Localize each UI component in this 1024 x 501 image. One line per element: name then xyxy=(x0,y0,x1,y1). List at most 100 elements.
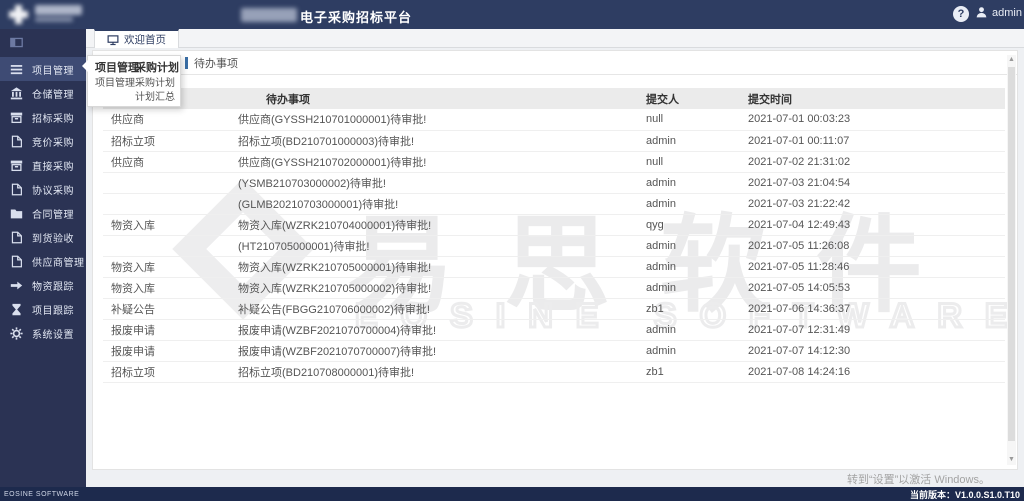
todo-item-cell: 招标立项(BD210701000003)待审批! xyxy=(230,130,638,151)
user-menu[interactable]: admin xyxy=(975,6,1024,19)
dropdown-column-0: 项目管理项目管理 xyxy=(95,61,133,91)
sidebar: 项目管理仓储管理招标采购竞价采购直接采购协议采购合同管理到货验收供应商管理物资跟… xyxy=(0,29,86,487)
sidebar-item-label: 合同管理 xyxy=(32,206,74,221)
table-row[interactable]: 报废申请报废申请(WZBF2021070700004)待审批!admin2021… xyxy=(103,319,1005,340)
user-name: admin xyxy=(992,7,1022,19)
col-submitter: 提交人 xyxy=(638,88,740,109)
dropdown-menu-item[interactable]: 项目管理 xyxy=(95,77,133,91)
submitter-cell: admin xyxy=(638,235,740,256)
section-header: 待办事项 xyxy=(93,51,1017,75)
bank-icon xyxy=(10,87,23,100)
scrollbar-thumb[interactable] xyxy=(1008,67,1015,441)
col-submit-time: 提交时间 xyxy=(740,88,1005,109)
gear-icon xyxy=(10,327,23,340)
doc-icon xyxy=(10,135,23,148)
table-row[interactable]: 物资入库物资入库(WZRK210705000001)待审批!admin2021-… xyxy=(103,256,1005,277)
sidebar-item-label: 直接采购 xyxy=(32,158,74,173)
dropdown-column-1: 采购计划采购计划计划汇总 xyxy=(135,61,179,105)
table-row[interactable]: 物资入库物资入库(WZRK210705000002)待审批!admin2021-… xyxy=(103,277,1005,298)
tab-welcome-home[interactable]: 欢迎首页 xyxy=(94,29,179,48)
todo-category-cell xyxy=(103,172,230,193)
hourglass-icon xyxy=(10,303,23,316)
sidebar-item-label: 项目跟踪 xyxy=(32,302,74,317)
scroll-up-icon[interactable]: ▲ xyxy=(1007,55,1016,65)
table-row[interactable]: 供应商供应商(GYSSH210702000001)待审批!null2021-07… xyxy=(103,151,1005,172)
sidebar-item-8[interactable]: 供应商管理 xyxy=(0,249,86,273)
submit-time-cell: 2021-07-03 21:22:42 xyxy=(740,193,1005,214)
todo-item-cell: 报废申请(WZBF2021070700004)待审批! xyxy=(230,319,638,340)
sidebar-item-9[interactable]: 物资跟踪 xyxy=(0,273,86,297)
dropdown-notch xyxy=(82,60,88,72)
sidebar-item-11[interactable]: 系统设置 xyxy=(0,321,86,345)
submit-time-cell: 2021-07-01 00:11:07 xyxy=(740,130,1005,151)
section-header-bar xyxy=(185,57,188,69)
submitter-cell: qyg xyxy=(638,214,740,235)
statusbar-version: 当前版本：V1.0.0.S1.0.T10 xyxy=(910,488,1020,501)
submitter-cell: admin xyxy=(638,172,740,193)
todo-item-cell: 物资入库(WZRK210705000001)待审批! xyxy=(230,256,638,277)
status-bar: EOSINE SOFTWARE 当前版本：V1.0.0.S1.0.T10 xyxy=(0,487,1024,501)
sidebar-item-7[interactable]: 到货验收 xyxy=(0,225,86,249)
table-row[interactable]: 供应商供应商(GYSSH210701000001)待审批!null2021-07… xyxy=(103,109,1005,130)
help-icon[interactable]: ? xyxy=(953,6,969,22)
scroll-down-icon[interactable]: ▼ xyxy=(1007,455,1016,465)
section-title: 待办事项 xyxy=(194,55,238,71)
sidebar-item-2[interactable]: 招标采购 xyxy=(0,105,86,129)
submitter-cell: admin xyxy=(638,130,740,151)
table-row[interactable]: 报废申请报废申请(WZBF2021070700007)待审批!admin2021… xyxy=(103,340,1005,361)
doc-icon xyxy=(10,183,23,196)
todo-panel: 易思软件 EOSINE SOFTWARE 待办事项 待办事项 提交人 提交时间 … xyxy=(92,50,1018,470)
submitter-cell: null xyxy=(638,109,740,130)
todo-category-cell: 物资入库 xyxy=(103,214,230,235)
col-todo-item: 待办事项 xyxy=(230,88,638,109)
sidebar-item-5[interactable]: 协议采购 xyxy=(0,177,86,201)
dropdown-menu-item[interactable]: 采购计划 xyxy=(135,77,179,91)
table-row[interactable]: (YSMB210703000002)待审批!admin2021-07-03 21… xyxy=(103,172,1005,193)
sidebar-item-0[interactable]: 项目管理 xyxy=(0,57,86,81)
todo-item-cell: (GLMB20210703000001)待审批! xyxy=(230,193,638,214)
table-row[interactable]: (HT210705000001)待审批!admin2021-07-05 11:2… xyxy=(103,235,1005,256)
monitor-icon xyxy=(107,34,119,46)
table-row[interactable]: (GLMB20210703000001)待审批!admin2021-07-03 … xyxy=(103,193,1005,214)
todo-table-body: 供应商供应商(GYSSH210701000001)待审批!null2021-07… xyxy=(103,109,1005,382)
sidebar-item-label: 物资跟踪 xyxy=(32,278,74,293)
statusbar-brand: EOSINE SOFTWARE xyxy=(4,491,79,498)
user-icon xyxy=(975,6,988,19)
submit-time-cell: 2021-07-05 11:26:08 xyxy=(740,235,1005,256)
submitter-cell: admin xyxy=(638,256,740,277)
sidebar-item-1[interactable]: 仓储管理 xyxy=(0,81,86,105)
todo-item-cell: 物资入库(WZRK210705000002)待审批! xyxy=(230,277,638,298)
todo-category-cell xyxy=(103,193,230,214)
sidebar-item-10[interactable]: 项目跟踪 xyxy=(0,297,86,321)
sidebar-item-label: 供应商管理 xyxy=(32,254,85,269)
table-row[interactable]: 补疑公告补疑公告(FBGG210706000002)待审批!zb12021-07… xyxy=(103,298,1005,319)
todo-item-cell: 供应商(GYSSH210701000001)待审批! xyxy=(230,109,638,130)
todo-category-cell: 供应商 xyxy=(103,151,230,172)
table-row[interactable]: 物资入库物资入库(WZRK210704000001)待审批!qyg2021-07… xyxy=(103,214,1005,235)
sidebar-item-label: 项目管理 xyxy=(32,62,74,77)
archive-icon xyxy=(10,111,23,124)
todo-category-cell: 报废申请 xyxy=(103,340,230,361)
submitter-cell: zb1 xyxy=(638,361,740,382)
table-row[interactable]: 招标立项招标立项(BD210701000003)待审批!admin2021-07… xyxy=(103,130,1005,151)
sidebar-item-label: 协议采购 xyxy=(32,182,74,197)
sidebar-item-3[interactable]: 竞价采购 xyxy=(0,129,86,153)
submit-time-cell: 2021-07-05 11:28:46 xyxy=(740,256,1005,277)
project-management-dropdown: 项目管理项目管理采购计划采购计划计划汇总 xyxy=(87,55,181,107)
todo-category-cell: 物资入库 xyxy=(103,277,230,298)
dropdown-menu-item[interactable]: 计划汇总 xyxy=(135,91,179,105)
sidebar-menu: 项目管理仓储管理招标采购竞价采购直接采购协议采购合同管理到货验收供应商管理物资跟… xyxy=(0,57,86,345)
panel-scrollbar[interactable]: ▲ ▼ xyxy=(1007,55,1016,465)
table-row[interactable]: 招标立项招标立项(BD210708000001)待审批!zb12021-07-0… xyxy=(103,361,1005,382)
sidebar-item-4[interactable]: 直接采购 xyxy=(0,153,86,177)
sidebar-item-6[interactable]: 合同管理 xyxy=(0,201,86,225)
dropdown-group-header: 项目管理 xyxy=(95,61,133,77)
collapse-sidebar-icon[interactable] xyxy=(0,32,86,52)
menu-icon xyxy=(10,63,23,76)
submit-time-cell: 2021-07-06 14:36:37 xyxy=(740,298,1005,319)
todo-category-cell: 招标立项 xyxy=(103,130,230,151)
sidebar-item-label: 系统设置 xyxy=(32,326,74,341)
todo-category-cell: 物资入库 xyxy=(103,256,230,277)
table-header-row: 待办事项 提交人 提交时间 xyxy=(103,88,1005,109)
sidebar-item-label: 竞价采购 xyxy=(32,134,74,149)
